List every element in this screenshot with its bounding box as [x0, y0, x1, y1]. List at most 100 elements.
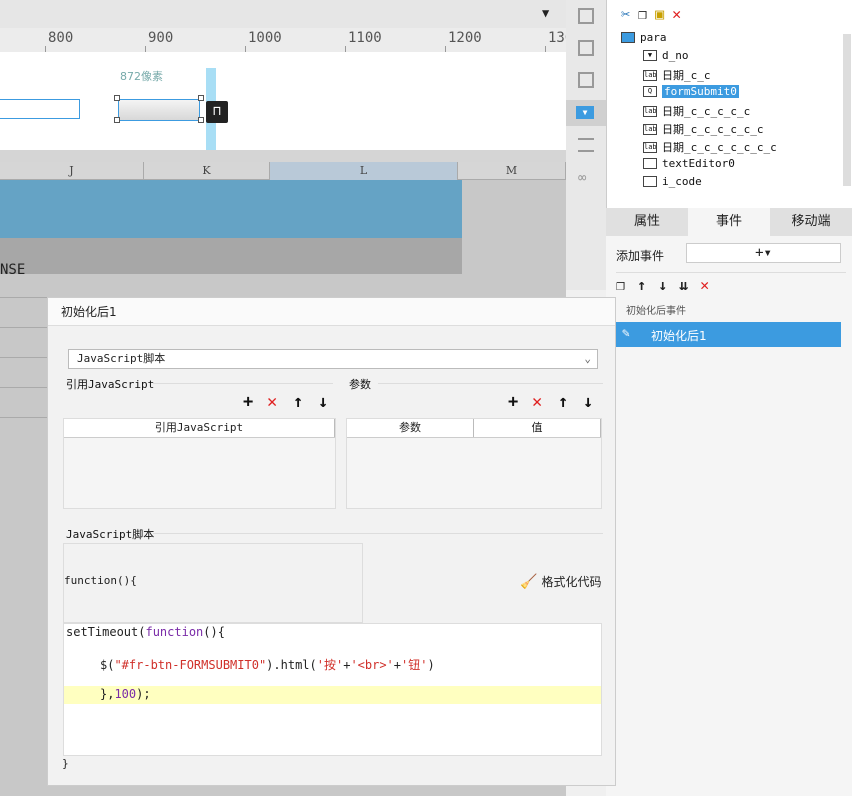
resize-handle[interactable] [198, 95, 204, 101]
move-down-icon[interactable]: ↓ [318, 394, 328, 411]
tree-item[interactable]: lab 日期_c_c [643, 67, 711, 83]
tree-item[interactable]: i_code [643, 175, 702, 188]
label-icon: lab [643, 69, 657, 81]
event-item-label: 初始化后1 [651, 329, 707, 343]
tree-root[interactable]: para [621, 31, 667, 44]
move-up-icon[interactable]: ↑ [293, 394, 303, 411]
combo-icon: ▼ [643, 50, 657, 61]
delete-icon[interactable]: ✕ [267, 394, 277, 411]
code-editor[interactable]: setTimeout(function(){ $("#fr-btn-FORMSU… [63, 623, 602, 756]
delete-icon[interactable]: ✕ [700, 276, 709, 296]
widget-tree: ✂ ❐ ▣ ✕ para ▼ d_no lab 日期_c_c QformSubmit… [606, 0, 852, 208]
function-signature: function(){ [64, 574, 137, 587]
form-icon [621, 32, 635, 43]
splitter[interactable] [0, 150, 566, 162]
collapse-icon[interactable]: ▼ [542, 6, 549, 20]
copy-icon[interactable]: ❐ [638, 5, 647, 23]
move-up-icon[interactable]: ↑ [558, 394, 568, 411]
highlight-row [0, 180, 462, 238]
list-icon[interactable] [578, 138, 594, 152]
tab-events[interactable]: 事件 [688, 208, 770, 236]
tree-item[interactable]: textEditor0 [643, 157, 735, 170]
event-section-label: 初始化后事件 [626, 306, 686, 317]
tree-scrollbar[interactable] [843, 34, 851, 186]
text-field-widget[interactable] [0, 99, 80, 119]
column-l[interactable]: L [270, 162, 458, 180]
frame-icon[interactable] [578, 72, 594, 88]
label-icon: lab [643, 123, 657, 135]
ruler-tick-label: 1200 [448, 30, 482, 46]
column-m[interactable]: M [458, 162, 566, 180]
submit-button-widget[interactable] [118, 99, 200, 121]
cell-text: NSE [0, 262, 26, 278]
code-line: setTimeout(function(){ [66, 625, 225, 639]
code-line: $("#fr-btn-FORMSUBMIT0").html('按'+'<br>'… [100, 658, 435, 672]
form-icon[interactable] [578, 40, 594, 56]
label-icon: lab [643, 105, 657, 117]
ruler-tick-label: 1100 [348, 30, 382, 46]
textbox-icon [643, 158, 657, 169]
params-label: 参数 [349, 378, 371, 391]
column-header: 引用JavaScript [64, 419, 335, 437]
tree-item-selected[interactable]: QformSubmit0 [643, 85, 739, 98]
resize-handle[interactable] [114, 117, 120, 123]
event-dialog: 初始化后1 JavaScript脚本 ⌄ 引用JavaScript 参数 + ✕… [47, 297, 616, 786]
tree-item[interactable]: lab 日期_c_c_c_c_c_c [643, 121, 763, 137]
add-event-button[interactable]: +▾ [686, 243, 841, 263]
tree-item[interactable]: ▼ d_no [643, 49, 689, 62]
edit-icon[interactable]: ✎ [622, 326, 630, 341]
column-header: 值 [474, 419, 601, 437]
horizontal-ruler: 800 900 1000 1100 1200 130 [0, 28, 573, 52]
move-down-icon[interactable]: ↓ [583, 394, 593, 411]
tree-item[interactable]: lab 日期_c_c_c_c_c_c_c [643, 139, 777, 155]
resize-handle[interactable] [114, 95, 120, 101]
dialog-title: 初始化后1 [48, 298, 615, 326]
widget-toolstrip: ▼ ∞ [566, 0, 606, 290]
event-type-select[interactable]: JavaScript脚本 ⌄ [68, 349, 598, 369]
paste-icon[interactable]: ▣ [655, 5, 664, 23]
add-icon[interactable]: + [243, 394, 253, 411]
event-toolbar: ❐ ↑ ↓ ⇊ ✕ [616, 272, 846, 296]
textbox-icon [643, 176, 657, 187]
column-header: J K L M [0, 162, 566, 180]
unlock-icon[interactable]: ⊓ [206, 101, 228, 123]
design-canvas[interactable]: 872像素 ⊓ [0, 52, 566, 150]
tree-item[interactable]: lab 日期_c_c_c_c_c [643, 103, 750, 119]
size-hint: 872像素 [120, 70, 163, 83]
event-panel: 添加事件 +▾ ❐ ↑ ↓ ⇊ ✕ 初始化后事件 ✎ 初始化后1 [606, 236, 852, 796]
closing-brace: } [62, 757, 69, 770]
link-icon[interactable]: ∞ [578, 170, 586, 186]
move-down-icon[interactable]: ↓ [658, 276, 667, 296]
params-table[interactable]: 参数 值 [346, 418, 602, 509]
top-toolbar: ▼ [0, 0, 566, 28]
delete-icon[interactable]: ✕ [672, 5, 681, 23]
submit-icon: Q [643, 86, 657, 97]
script-label: JavaScript脚本 [66, 528, 155, 541]
format-code-button[interactable]: 🧹 格式化代码 [520, 573, 601, 590]
copy-icon[interactable]: ❐ [616, 276, 625, 296]
ref-js-table[interactable]: 引用JavaScript [63, 418, 336, 509]
chevron-down-icon[interactable]: ⌄ [584, 350, 591, 368]
ref-js-label: 引用JavaScript [66, 378, 155, 391]
column-header: 参数 [347, 419, 474, 437]
ruler-tick-label: 1000 [248, 30, 282, 46]
combo-widget-icon[interactable]: ▼ [566, 100, 606, 126]
column-k[interactable]: K [144, 162, 270, 180]
resize-handle[interactable] [198, 117, 204, 123]
code-line: },100); [100, 687, 151, 701]
cut-icon[interactable]: ✂ [621, 5, 630, 23]
delete-icon[interactable]: ✕ [532, 394, 542, 411]
add-event-label: 添加事件 [616, 249, 665, 263]
label-icon: lab [643, 141, 657, 153]
move-up-icon[interactable]: ↑ [637, 276, 646, 296]
highlight-row [0, 238, 462, 274]
move-bottom-icon[interactable]: ⇊ [679, 276, 688, 296]
tab-properties[interactable]: 属性 [606, 208, 688, 236]
add-icon[interactable]: + [508, 394, 518, 411]
tab-mobile[interactable]: 移动端 [770, 208, 852, 236]
event-item-selected[interactable]: ✎ 初始化后1 [616, 322, 841, 347]
layout-icon[interactable] [578, 8, 594, 24]
ruler-tick-label: 900 [148, 30, 174, 46]
ruler-tick-label: 800 [48, 30, 74, 46]
column-j[interactable]: J [0, 162, 144, 180]
